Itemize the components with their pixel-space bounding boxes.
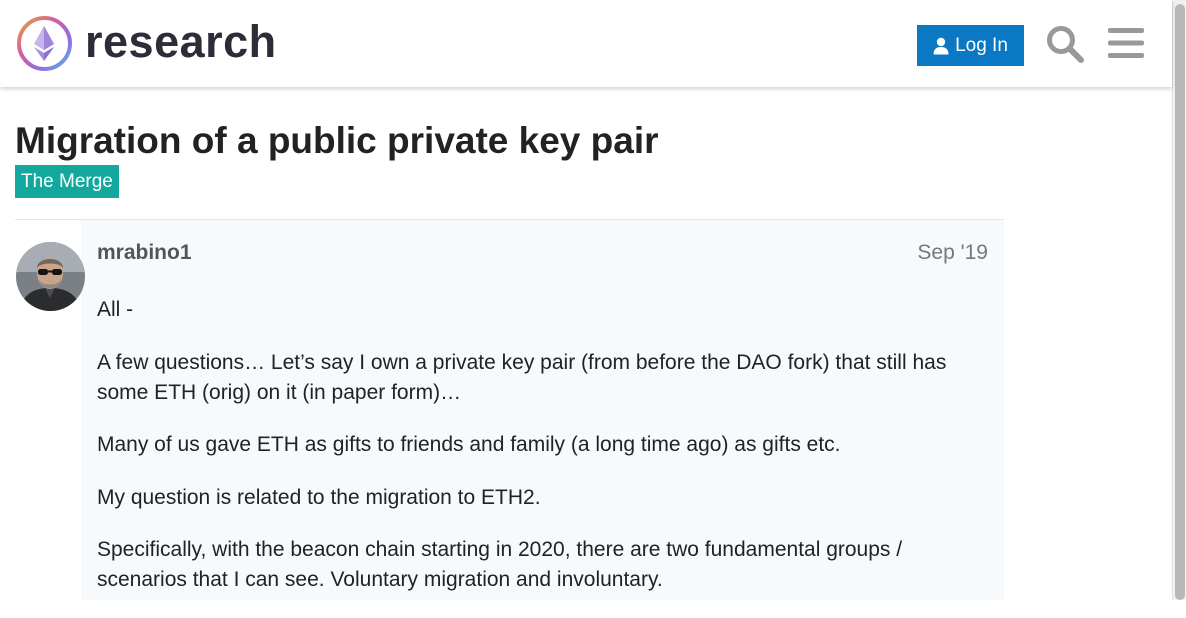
post-author[interactable]: mrabino1 (97, 240, 192, 266)
hamburger-menu-icon[interactable] (1108, 27, 1144, 59)
avatar-image (16, 242, 85, 311)
search-icon[interactable] (1045, 24, 1085, 64)
login-label: Log In (955, 34, 1008, 56)
post-content: All - A few questions… Let’s say I own a… (97, 295, 992, 618)
login-button[interactable]: Log In (917, 25, 1024, 66)
site-logo[interactable]: research (16, 15, 277, 72)
post-paragraph: All - (97, 298, 134, 321)
site-header: research Log In (0, 0, 1172, 87)
user-avatar[interactable] (16, 242, 85, 311)
scrollbar-thumb[interactable] (1175, 4, 1185, 600)
post-paragraph: A few questions… Let’s say I own a priva… (97, 350, 947, 404)
ethereum-logo-icon (17, 16, 72, 71)
site-name: research (85, 16, 277, 67)
post-paragraph: Many of us gave ETH as gifts to friends … (97, 433, 841, 456)
topic-title[interactable]: Migration of a public private key pair (15, 118, 659, 164)
page-scrollbar[interactable] (1172, 0, 1186, 600)
post-paragraph: Specifically, with the beacon chain star… (97, 538, 903, 591)
category-badge[interactable]: The Merge (15, 165, 119, 198)
post-paragraph: My question is related to the migration … (97, 485, 541, 509)
user-icon (933, 37, 949, 54)
post-date[interactable]: Sep '19 (917, 240, 988, 266)
